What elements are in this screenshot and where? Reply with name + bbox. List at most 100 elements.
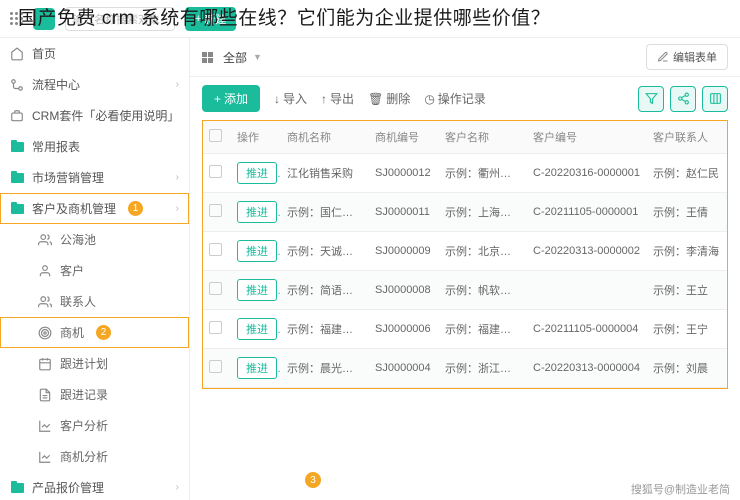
chevron-right-icon: › bbox=[176, 79, 179, 90]
nav-label: 商机分析 bbox=[60, 448, 108, 465]
table-row[interactable]: 推进江化销售采购SJ0000012示例：衢州江化集团C-20220316-000… bbox=[203, 154, 727, 193]
filter-icon[interactable] bbox=[638, 86, 664, 112]
home-icon bbox=[10, 47, 24, 61]
cell-contact: 示例：赵仁民 bbox=[647, 154, 727, 193]
folder-icon bbox=[10, 171, 24, 185]
cell-ccode bbox=[527, 271, 647, 310]
annotation-badge: 2 bbox=[96, 325, 111, 340]
annotation-badge: 1 bbox=[128, 201, 143, 216]
folder-icon bbox=[10, 140, 24, 154]
users-icon bbox=[38, 233, 52, 247]
column-header: 客户联系人 bbox=[647, 121, 727, 154]
cell-contact: 示例：李清海 bbox=[647, 232, 727, 271]
push-button[interactable]: 推进 bbox=[237, 318, 277, 340]
nav-label: 客户 bbox=[60, 262, 84, 279]
share-icon[interactable] bbox=[670, 86, 696, 112]
view-select[interactable]: 全部▼ bbox=[223, 49, 262, 66]
sidebar-item[interactable]: 市场营销管理 › bbox=[0, 162, 189, 193]
folder-icon bbox=[10, 202, 24, 216]
data-table: 操作商机名称商机编号客户名称客户编号客户联系人推进江化销售采购SJ0000012… bbox=[202, 120, 728, 389]
cell-code: SJ0000012 bbox=[369, 154, 439, 193]
push-button[interactable]: 推进 bbox=[237, 357, 277, 379]
sidebar-item[interactable]: 商机分析 bbox=[0, 441, 189, 472]
sidebar-item[interactable]: 首页 bbox=[0, 38, 189, 69]
sidebar-item[interactable]: 常用报表 bbox=[0, 131, 189, 162]
nav-label: 客户分析 bbox=[60, 417, 108, 434]
table-row[interactable]: 推进示例：简语云采购SJ0000008示例：帆软软件有限公司示例：王立 bbox=[203, 271, 727, 310]
folder-icon bbox=[10, 481, 24, 495]
cell-name: 示例：天诚采购 bbox=[281, 232, 369, 271]
row-checkbox[interactable] bbox=[209, 204, 222, 217]
sidebar: 首页流程中心›CRM套件「必看使用说明」常用报表市场营销管理 › 客户及商机管理 1 ›… bbox=[0, 38, 190, 500]
table-row[interactable]: 推进示例：国仁采购SJ0000011示例：上海国仁有限...C-20211105… bbox=[203, 193, 727, 232]
plan-icon bbox=[38, 357, 52, 371]
overlay-title: 国产免费 crm 系统有哪些在线？它们能为企业提供哪些价值？ bbox=[18, 3, 730, 30]
sidebar-item[interactable]: 跟进记录 bbox=[0, 379, 189, 410]
push-button[interactable]: 推进 bbox=[237, 279, 277, 301]
chart-icon bbox=[38, 450, 52, 464]
cell-ccode: C-20211105-0000004 bbox=[527, 310, 647, 349]
push-button[interactable]: 推进 bbox=[237, 240, 277, 262]
kit-icon bbox=[10, 109, 24, 123]
record-icon bbox=[38, 388, 52, 402]
cell-ccode: C-20220313-0000004 bbox=[527, 349, 647, 388]
edit-form-button[interactable]: 编辑表单 bbox=[646, 44, 728, 70]
table-row[interactable]: 推进示例：晨光文具设备...SJ0000004示例：浙江晨光文具...C-202… bbox=[203, 349, 727, 388]
nav-label: 跟进计划 bbox=[60, 355, 108, 372]
grid-view-icon[interactable] bbox=[202, 52, 213, 63]
nav-label: 市场营销管理 bbox=[32, 169, 104, 186]
cell-name: 示例：福建一高3月订单 bbox=[281, 310, 369, 349]
tabs-bar: 全部▼ 编辑表单 bbox=[190, 38, 740, 77]
nav-label: 首页 bbox=[32, 45, 56, 62]
cell-customer: 示例：衢州江化集团 bbox=[439, 154, 527, 193]
sidebar-item[interactable]: 流程中心› bbox=[0, 69, 189, 100]
add-button[interactable]: +添加 bbox=[202, 85, 260, 112]
toolbar: +添加 ↓ 导入 ↑ 导出 🗑 删除 ◷ 操作记录 bbox=[190, 77, 740, 120]
columns-icon[interactable] bbox=[702, 86, 728, 112]
nav-label: 跟进记录 bbox=[60, 386, 108, 403]
cell-customer: 示例：福建一高集团 bbox=[439, 310, 527, 349]
sidebar-item[interactable]: 客户分析 bbox=[0, 410, 189, 441]
row-checkbox[interactable] bbox=[209, 165, 222, 178]
cell-customer: 示例：帆软软件有限公司 bbox=[439, 271, 527, 310]
push-button[interactable]: 推进 bbox=[237, 201, 277, 223]
row-checkbox[interactable] bbox=[209, 360, 222, 373]
table-row[interactable]: 推进示例：福建一高3月订单SJ0000006示例：福建一高集团C-2021110… bbox=[203, 310, 727, 349]
chevron-right-icon: › bbox=[176, 482, 179, 493]
row-checkbox[interactable] bbox=[209, 243, 222, 256]
column-header: 商机编号 bbox=[369, 121, 439, 154]
sidebar-item[interactable]: 客户及商机管理 1 › bbox=[0, 193, 189, 224]
cell-name: 示例：晨光文具设备... bbox=[281, 349, 369, 388]
cell-ccode: C-20211105-0000001 bbox=[527, 193, 647, 232]
content-area: 全部▼ 编辑表单 +添加 ↓ 导入 ↑ 导出 🗑 删除 ◷ 操作记录 操作商机名… bbox=[190, 38, 740, 500]
table-row[interactable]: 推进示例：天诚采购SJ0000009示例：北京天诚软件...C-20220313… bbox=[203, 232, 727, 271]
users-icon bbox=[38, 295, 52, 309]
export-button[interactable]: ↑ 导出 bbox=[321, 90, 354, 107]
import-button[interactable]: ↓ 导入 bbox=[274, 90, 307, 107]
column-header: 操作 bbox=[231, 121, 281, 154]
cell-name: 示例：简语云采购 bbox=[281, 271, 369, 310]
chart-icon bbox=[38, 419, 52, 433]
cell-name: 示例：国仁采购 bbox=[281, 193, 369, 232]
flow-icon bbox=[10, 78, 24, 92]
sidebar-item[interactable]: 联系人 bbox=[0, 286, 189, 317]
sidebar-item[interactable]: CRM套件「必看使用说明」 bbox=[0, 100, 189, 131]
cell-code: SJ0000011 bbox=[369, 193, 439, 232]
sidebar-item[interactable]: 客户 bbox=[0, 255, 189, 286]
oplog-button[interactable]: ◷ 操作记录 bbox=[424, 90, 486, 107]
sidebar-item[interactable]: 产品报价管理› bbox=[0, 472, 189, 500]
cell-contact: 示例：王倩 bbox=[647, 193, 727, 232]
chevron-right-icon: › bbox=[176, 203, 179, 214]
nav-label: 商机 bbox=[60, 324, 84, 341]
delete-button[interactable]: 🗑 删除 bbox=[368, 90, 410, 107]
sidebar-item[interactable]: 商机 2 bbox=[0, 317, 189, 348]
sidebar-item[interactable]: 跟进计划 bbox=[0, 348, 189, 379]
row-checkbox[interactable] bbox=[209, 321, 222, 334]
push-button[interactable]: 推进 bbox=[237, 162, 277, 184]
column-header: 客户编号 bbox=[527, 121, 647, 154]
row-checkbox[interactable] bbox=[209, 282, 222, 295]
chevron-right-icon: › bbox=[176, 172, 179, 183]
sidebar-item[interactable]: 公海池 bbox=[0, 224, 189, 255]
nav-label: 客户及商机管理 bbox=[32, 200, 116, 217]
select-all-checkbox[interactable] bbox=[209, 129, 222, 142]
